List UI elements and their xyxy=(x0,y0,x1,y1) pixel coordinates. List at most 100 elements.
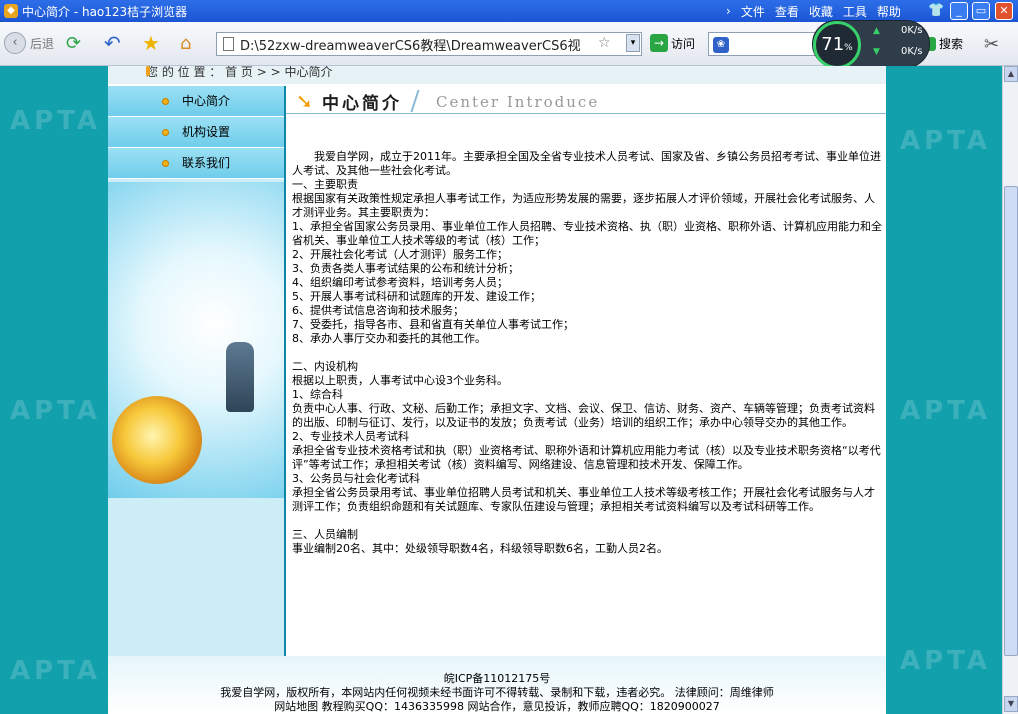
watermark-logo: APTA xyxy=(900,126,992,156)
maximize-button[interactable]: ▭ xyxy=(972,2,990,20)
breadcrumb-marker xyxy=(146,66,150,76)
paragraph: 1、承担全省国家公务员录用、事业单位工作人员招聘、专业技术资格、执（职）业资格、… xyxy=(292,220,882,247)
breadcrumb: 您 的 位 置 ： 首 页 > > 中心简介 xyxy=(108,66,886,84)
paragraph: 根据国家有关政策性规定承担人事考试工作，为适应形势发展的需要，逐步拓展人才评价领… xyxy=(292,192,875,219)
paragraph: 7、受委托，指导各市、县和省直有关单位人事考试工作； xyxy=(292,318,574,331)
paragraph: 3、负责各类人事考试结果的公布和统计分析； xyxy=(292,262,519,275)
businessperson-graphic xyxy=(226,342,254,412)
document-icon xyxy=(223,37,234,51)
golden-disc-graphic xyxy=(112,396,202,484)
back-label: 后退 xyxy=(30,36,55,51)
paragraph: 根据以上职责，人事考试中心设3个业务科。 xyxy=(292,374,508,387)
back-button[interactable]: ‹ 后退 xyxy=(4,30,54,56)
close-button[interactable]: ✕ xyxy=(995,2,1013,20)
paw-icon: ❀ xyxy=(713,37,729,53)
sidebar-item-contact[interactable]: 联系我们 xyxy=(108,148,284,179)
paragraph: 事业编制20名、其中：处级领导职数4名，科级领导职数6名，工勤人员2名。 xyxy=(292,542,668,555)
scroll-thumb[interactable] xyxy=(1004,186,1018,656)
download-arrow-icon: ▼ xyxy=(873,47,880,57)
paragraph: 承担全省公务员录用考试、事业单位招聘人员考试和机关、事业单位工人技术等级考核工作… xyxy=(292,486,875,513)
header-divider xyxy=(410,90,420,112)
paragraph: 4、组织编印考试参考资料，培训考务人员； xyxy=(292,276,508,289)
paragraph: 1、综合科 xyxy=(292,388,343,401)
paragraph: 二、内设机构 xyxy=(292,360,358,373)
sidebar-item-label: 机构设置 xyxy=(182,125,231,139)
menu-favorites[interactable]: 收藏 xyxy=(809,3,843,20)
shirt-icon[interactable]: 👕 xyxy=(928,3,944,18)
upload-speed: 0K/s xyxy=(901,25,923,36)
search-input[interactable]: ❀ xyxy=(708,32,822,56)
scroll-up-button[interactable]: ▲ xyxy=(1004,66,1018,82)
paragraph: 承担全省专业技术资格考试和执（职）业资格考试、职称外语和计算机应用能力考试（核）… xyxy=(292,444,881,471)
watermark-logo: APTA xyxy=(900,646,992,676)
download-speed: 0K/s xyxy=(901,46,923,57)
footer: 皖ICP备11012175号 我爱自学网，版权所有，本网站内任何视频未经书面许可… xyxy=(108,656,886,714)
home-icon[interactable]: ⌂ xyxy=(180,30,191,56)
back-arrow-icon: ‹ xyxy=(4,32,26,54)
go-arrow-icon: → xyxy=(650,34,668,52)
window-title: 中心简介 - hao123桔子浏览器 xyxy=(22,4,188,19)
window-title-bar: ◆ 中心简介 - hao123桔子浏览器 › 文件 查看 收藏 工具 帮助 👕 … xyxy=(0,0,1018,22)
address-text: D:\52zxw-dreamweaverCS6教程\DreamweaverCS6… xyxy=(240,38,581,54)
sidebar-item-center-intro[interactable]: 中心简介 xyxy=(108,86,284,117)
paragraph: 3、公务员与社会化考试科 xyxy=(292,472,420,485)
scissors-icon[interactable]: ✂ xyxy=(984,34,999,55)
bookmark-star-icon[interactable]: ☆ xyxy=(598,35,611,51)
star-icon[interactable]: ★ xyxy=(142,30,160,56)
menu-file[interactable]: 文件 xyxy=(741,3,775,20)
chevron-right-icon[interactable]: › xyxy=(726,4,741,18)
browser-logo-icon: ◆ xyxy=(4,4,18,18)
section-title-english: Center Introduce xyxy=(436,93,600,111)
sidebar-item-label: 中心简介 xyxy=(182,94,231,108)
address-bar[interactable]: D:\52zxw-dreamweaverCS6教程\DreamweaverCS6… xyxy=(216,32,642,56)
paragraph: 2、专业技术人员考试科 xyxy=(292,430,409,443)
undo-icon[interactable]: ↶ xyxy=(104,30,121,56)
footer-links[interactable]: 网站地图 教程购买QQ：1436335998 网站合作，意见投诉，教师应聘QQ：… xyxy=(108,700,886,714)
page-container: 您 的 位 置 ： 首 页 > > 中心简介 中心简介 机构设置 联系我们 ➘ … xyxy=(108,66,886,714)
watermark-logo: APTA xyxy=(10,396,102,426)
page-viewport: APTA APTA APTA APTA APTA APTA 您 的 位 置 ： … xyxy=(0,66,1002,714)
go-button[interactable]: → 访问 xyxy=(650,34,695,52)
menu-help[interactable]: 帮助 xyxy=(877,3,911,20)
paragraph: 5、开展人事考试科研和试题库的开发、建设工作； xyxy=(292,290,541,303)
sidebar-decorative-image xyxy=(108,182,284,498)
arrow-icon: ➘ xyxy=(296,89,313,113)
upload-arrow-icon: ▲ xyxy=(873,26,880,36)
paragraph: 三、人员编制 xyxy=(292,528,358,541)
paragraph: 一、主要职责 xyxy=(292,178,358,191)
refresh-icon[interactable]: ⟳ xyxy=(66,30,81,56)
footer-copyright: 我爱自学网，版权所有，本网站内任何视频未经书面许可不得转载、录制和下载，违者必究… xyxy=(220,686,774,699)
article-body: 我爱自学网，成立于2011年。主要承担全国及全省专业技术人员考试、国家及省、乡镇… xyxy=(292,150,882,556)
breadcrumb-text: 您 的 位 置 ： 首 页 > > 中心简介 xyxy=(146,66,333,79)
section-title: 中心简介 xyxy=(322,94,402,114)
watermark-logo: APTA xyxy=(10,656,102,686)
paragraph: 8、承办人事厅交办和委托的其他工作。 xyxy=(292,332,486,345)
section-header: ➘ 中心简介 Center Introduce xyxy=(286,86,886,114)
sidebar: 中心简介 机构设置 联系我们 xyxy=(108,86,284,656)
minimize-button[interactable]: _ xyxy=(950,2,968,20)
menu-view[interactable]: 查看 xyxy=(775,3,809,20)
go-label: 访问 xyxy=(671,36,696,51)
scroll-down-button[interactable]: ▼ xyxy=(1004,696,1018,712)
speed-gauge: 71% xyxy=(813,21,861,69)
bullet-icon xyxy=(162,129,169,136)
footer-icp: 皖ICP备11012175号 xyxy=(443,672,551,685)
watermark-logo: APTA xyxy=(900,396,992,426)
paragraph: 负责中心人事、行政、文秘、后勤工作；承担文字、文档、会议、保卫、信访、财务、资产… xyxy=(292,402,875,429)
menu-tools[interactable]: 工具 xyxy=(843,3,877,20)
watermark-logo: APTA xyxy=(10,106,102,136)
vertical-scrollbar[interactable]: ▲ ▼ xyxy=(1002,66,1018,714)
paragraph: 6、提供考试信息咨询和技术服务； xyxy=(292,304,464,317)
search-label: 搜索 xyxy=(939,37,964,51)
sidebar-item-label: 联系我们 xyxy=(182,156,231,170)
network-speed-widget[interactable]: 71% ▲ 0K/s ▼ 0K/s xyxy=(812,20,930,69)
bullet-icon xyxy=(162,98,169,105)
address-dropdown-icon[interactable]: ▾ xyxy=(626,34,640,52)
bullet-icon xyxy=(162,160,169,167)
sidebar-item-organization[interactable]: 机构设置 xyxy=(108,117,284,148)
menu-bar: › 文件 查看 收藏 工具 帮助 xyxy=(726,0,911,22)
paragraph: 我爱自学网，成立于2011年。主要承担全国及全省专业技术人员考试、国家及省、乡镇… xyxy=(292,150,881,177)
main-content: ➘ 中心简介 Center Introduce 我爱自学网，成立于2011年。主… xyxy=(286,86,886,656)
